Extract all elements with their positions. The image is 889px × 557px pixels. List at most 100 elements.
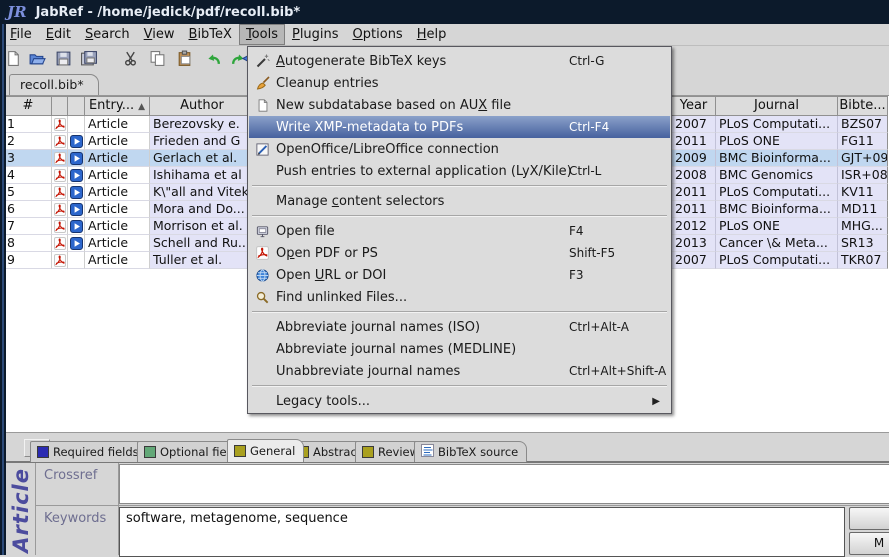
wand-icon [249,53,276,69]
url-icon[interactable] [68,133,85,150]
pdf-icon[interactable] [52,201,68,218]
url-icon[interactable] [68,201,85,218]
menu-help[interactable]: Help [410,24,454,45]
globe-icon [249,268,276,283]
url-icon[interactable] [68,150,85,167]
undo-button[interactable] [203,48,223,68]
editor-grid-line [35,463,36,555]
header-bibtexkey[interactable]: Bibte... [838,96,888,116]
menu-bibtex[interactable]: BibTeX [182,24,239,45]
pdf-icon[interactable] [52,150,68,167]
tab-general[interactable]: General [227,439,304,462]
new-file-icon [249,98,276,113]
menu-view[interactable]: View [137,24,182,45]
menuitem-unabbreviate[interactable]: Unabbreviate journal names Ctrl+Alt+Shif… [249,360,670,382]
menuitem-autogenerate-bibtex-keys[interactable]: Autogenerate BibTeX keys Ctrl-G [249,50,670,72]
open-file-icon [249,224,276,239]
menuitem-open-file[interactable]: Open file F4 [249,220,670,242]
menu-tools[interactable]: Tools [239,24,285,45]
keywords-side-button-2[interactable]: M [849,532,889,555]
header-number[interactable]: # [4,96,52,116]
menu-plugins[interactable]: Plugins [285,24,346,45]
cut-button[interactable] [120,48,140,68]
editor-grid-line [36,505,889,506]
tab-bibtex-source[interactable]: BibTeX source [414,441,527,462]
menuitem-write-xmp-metadata[interactable]: Write XMP-metadata to PDFs Ctrl-F4 [249,116,670,138]
open-folder-icon [28,50,46,67]
header-author[interactable]: Author [150,96,255,116]
pdf-icon[interactable] [52,218,68,235]
header-url[interactable] [68,96,85,116]
header-pdf[interactable] [52,96,68,116]
menuitem-abbreviate-medline[interactable]: Abbreviate journal names (MEDLINE) [249,338,670,360]
paste-icon [176,50,193,67]
menuitem-new-subdatabase-aux[interactable]: New subdatabase based on AUX file [249,94,670,116]
menu-separator [252,385,667,387]
pdf-icon[interactable] [52,167,68,184]
pdf-icon[interactable] [52,252,68,269]
pdf-icon[interactable] [52,116,68,133]
keywords-label: Keywords [44,511,106,526]
copy-button[interactable] [147,48,167,68]
crossref-label: Crossref [44,468,97,483]
window-title: JabRef - /home/jedick/pdf/recoll.bib* [36,5,301,20]
save-all-button[interactable] [79,48,99,68]
header-entrytype[interactable]: Entry...▲ [85,96,150,116]
menuitem-legacy-tools[interactable]: Legacy tools... ▶ [249,390,670,412]
keywords-side-button-1[interactable] [849,507,889,530]
menu-file[interactable]: File [3,24,39,45]
menuitem-abbreviate-iso[interactable]: Abbreviate journal names (ISO) Ctrl+Alt-… [249,316,670,338]
menu-options[interactable]: Options [346,24,410,45]
header-journal[interactable]: Journal [716,96,838,116]
menuitem-push-entries-external[interactable]: Push entries to external application (Ly… [249,160,670,182]
new-file-button[interactable] [3,48,23,68]
url-icon[interactable] [68,235,85,252]
copy-icon [149,50,166,67]
url-icon[interactable] [68,167,85,184]
optional-fields-icon [144,446,156,458]
tab-required-fields[interactable]: Required fields [30,441,148,462]
review-tab-icon [362,446,374,458]
undo-icon [205,50,222,67]
menu-edit[interactable]: Edit [39,24,78,45]
required-fields-icon [37,446,49,458]
menuitem-open-pdf-or-ps[interactable]: Open PDF or PS Shift-F5 [249,242,670,264]
save-as-icon [80,50,98,67]
pdf-icon[interactable] [52,133,68,150]
title-bar: JR JabRef - /home/jedick/pdf/recoll.bib* [0,0,889,24]
jabref-logo-icon: JR [7,3,27,21]
header-year[interactable]: Year [672,96,716,116]
cut-icon [122,50,139,67]
save-database-button[interactable] [53,48,73,68]
pdf-icon [249,246,276,260]
entry-type-label: Article [8,465,34,555]
menu-separator [252,215,667,217]
menu-separator [252,311,667,313]
pdf-icon[interactable] [52,235,68,252]
menuitem-openoffice-connection[interactable]: OpenOffice/LibreOffice connection [249,138,670,160]
submenu-arrow-icon: ▶ [652,396,660,407]
window-left-border [0,24,6,555]
pdf-icon[interactable] [52,184,68,201]
magnifier-icon [249,290,276,305]
paste-button[interactable] [174,48,194,68]
general-tab-icon [234,445,246,457]
url-icon[interactable] [68,218,85,235]
crossref-field[interactable] [119,464,889,504]
menu-separator [252,185,667,187]
sort-ascending-icon: ▲ [138,102,145,112]
menu-bar: File Edit Search View BibTeX Tools Plugi… [0,24,889,46]
open-database-button[interactable] [27,48,47,68]
keywords-field[interactable]: software, metagenome, sequence [119,507,845,557]
url-icon[interactable] [68,184,85,201]
save-icon [55,50,72,67]
menu-search[interactable]: Search [78,24,137,45]
menuitem-manage-content-selectors[interactable]: Manage content selectors [249,190,670,212]
new-file-icon [5,50,22,67]
database-tab-recoll[interactable]: recoll.bib* [9,74,99,95]
menuitem-find-unlinked-files[interactable]: Find unlinked Files... [249,286,670,308]
bibtex-source-icon [421,444,434,460]
broom-icon [249,75,276,91]
menuitem-cleanup-entries[interactable]: Cleanup entries [249,72,670,94]
menuitem-open-url-or-doi[interactable]: Open URL or DOI F3 [249,264,670,286]
